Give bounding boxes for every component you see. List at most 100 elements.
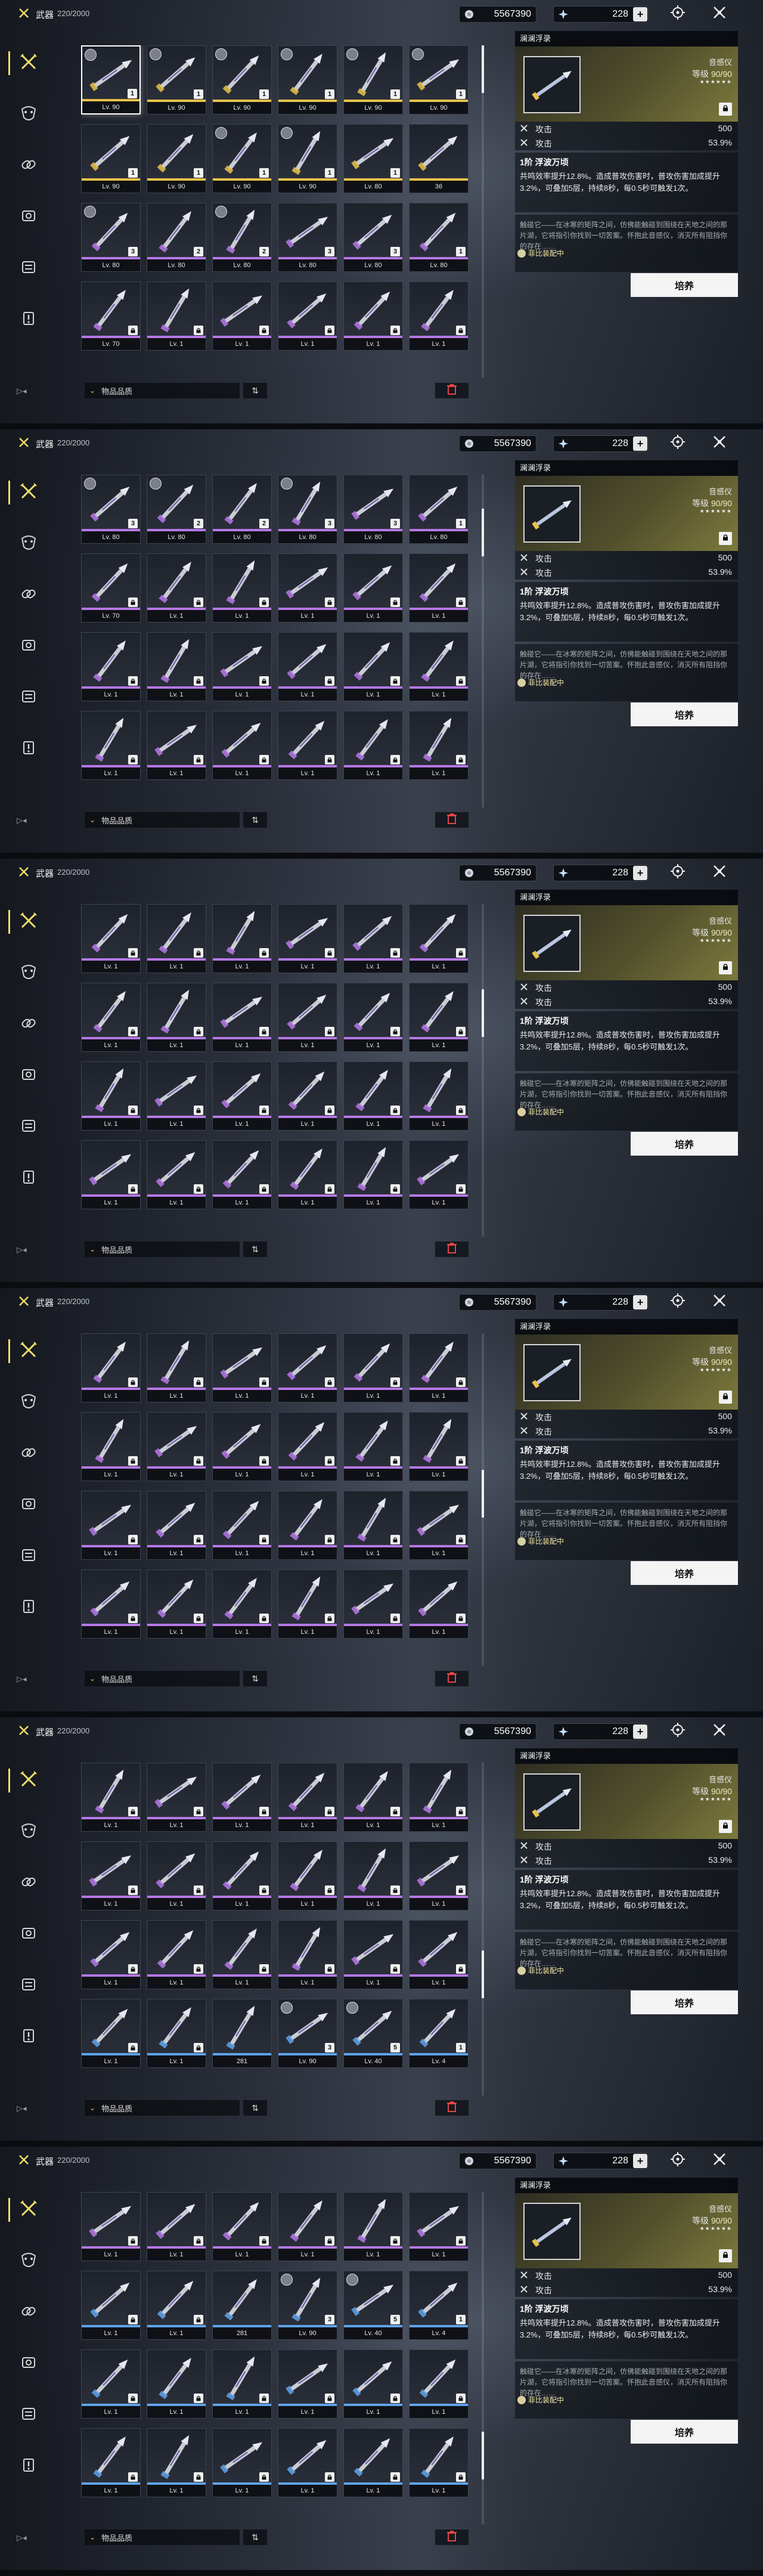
weapon-slot[interactable]: 2 Lv. 80 — [212, 203, 272, 272]
weapon-slot[interactable]: Lv. 1 — [81, 2271, 141, 2340]
weapon-slot[interactable]: Lv. 1 — [278, 281, 337, 351]
weapon-slot[interactable]: Lv. 1 — [212, 1333, 272, 1402]
grid-scrollbar[interactable] — [482, 45, 484, 378]
close-button[interactable] — [711, 5, 728, 23]
sidebar-item-alert[interactable] — [13, 304, 44, 335]
target-button[interactable] — [669, 2151, 687, 2169]
weapon-slot[interactable]: Lv. 1 — [409, 1333, 469, 1402]
weapon-slot[interactable]: Lv. 1 — [81, 1999, 141, 2068]
weapon-slot[interactable]: Lv. 1 — [81, 904, 141, 973]
weapon-slot[interactable]: 1 Lv. 4 — [409, 1999, 469, 2068]
weapon-slot[interactable]: 281 — [212, 2271, 272, 2340]
weapon-slot[interactable]: Lv. 1 — [343, 1841, 403, 1911]
sidebar-item-chain[interactable] — [13, 580, 44, 611]
weapon-slot[interactable]: Lv. 1 — [343, 2349, 403, 2419]
weapon-slot[interactable]: 1 Lv. 4 — [409, 2271, 469, 2340]
weapon-slot[interactable]: Lv. 1 — [409, 1061, 469, 1131]
discard-button[interactable] — [435, 383, 469, 398]
weapon-slot[interactable]: Lv. 1 — [278, 904, 337, 973]
weapon-slot[interactable]: Lv. 1 — [212, 1140, 272, 1209]
sidebar-item-mask[interactable] — [13, 2246, 44, 2277]
weapon-slot[interactable]: Lv. 1 — [81, 711, 141, 780]
lock-toggle[interactable] — [719, 103, 732, 116]
weapon-slot[interactable]: Lv. 1 — [81, 1841, 141, 1911]
target-button[interactable] — [669, 5, 687, 23]
weapon-slot[interactable]: Lv. 1 — [147, 632, 206, 701]
weapon-slot[interactable]: Lv. 1 — [278, 1140, 337, 1209]
sort-order-button[interactable]: ⇅ — [243, 1241, 267, 1257]
sidebar-item-core[interactable] — [13, 1111, 44, 1143]
weapon-slot[interactable]: 1 Lv. 90 — [147, 45, 206, 114]
discard-button[interactable] — [435, 1241, 469, 1257]
weapon-slot[interactable]: 1 Lv. 90 — [278, 45, 337, 114]
weapon-slot[interactable]: Lv. 1 — [343, 711, 403, 780]
weapon-slot[interactable]: Lv. 1 — [147, 1491, 206, 1560]
weapon-slot[interactable]: 2 Lv. 80 — [147, 475, 206, 544]
weapon-slot[interactable]: Lv. 1 — [409, 632, 469, 701]
weapon-slot[interactable]: Lv. 1 — [409, 1763, 469, 1832]
weapon-slot[interactable]: Lv. 1 — [81, 2428, 141, 2497]
weapon-slot[interactable]: Lv. 1 — [278, 1061, 337, 1131]
collapse-sidebar-button[interactable]: ▷◂ — [17, 1674, 27, 1684]
sidebar-item-core[interactable] — [13, 682, 44, 713]
collapse-sidebar-button[interactable]: ▷◂ — [17, 2104, 27, 2113]
weapon-slot[interactable]: Lv. 1 — [409, 711, 469, 780]
weapon-slot[interactable]: 1 Lv. 80 — [409, 203, 469, 272]
weapon-slot[interactable]: Lv. 1 — [81, 1920, 141, 1989]
lock-toggle[interactable] — [719, 532, 732, 545]
lock-toggle[interactable] — [719, 1820, 732, 1833]
discard-button[interactable] — [435, 1671, 469, 1686]
weapon-slot[interactable]: 2 Lv. 80 — [212, 475, 272, 544]
lock-toggle[interactable] — [719, 1391, 732, 1404]
grid-scrollbar[interactable] — [482, 1763, 484, 2095]
weapon-slot[interactable]: Lv. 1 — [343, 1763, 403, 1832]
weapon-slot[interactable]: Lv. 1 — [343, 1920, 403, 1989]
weapon-slot[interactable]: 3 Lv. 80 — [343, 203, 403, 272]
weapon-slot[interactable]: Lv. 1 — [278, 632, 337, 701]
weapon-slot[interactable]: Lv. 1 — [343, 983, 403, 1052]
weapon-slot[interactable]: Lv. 1 — [278, 1412, 337, 1481]
weapon-slot[interactable]: Lv. 1 — [278, 553, 337, 623]
sidebar-item-mask[interactable] — [13, 1816, 44, 1847]
grid-scrollbar[interactable] — [482, 904, 484, 1237]
weapon-slot[interactable]: 3 Lv. 80 — [278, 475, 337, 544]
weapon-slot[interactable]: Lv. 1 — [278, 1569, 337, 1639]
discard-button[interactable] — [435, 2100, 469, 2116]
weapon-slot[interactable]: 1 Lv. 90 — [212, 45, 272, 114]
scroll-thumb[interactable] — [482, 989, 484, 1037]
add-energy-button[interactable]: + — [633, 7, 647, 21]
weapon-slot[interactable]: Lv. 1 — [212, 2192, 272, 2261]
collapse-sidebar-button[interactable]: ▷◂ — [17, 1245, 27, 1255]
weapon-slot[interactable]: Lv. 1 — [81, 2349, 141, 2419]
weapon-slot[interactable]: Lv. 1 — [212, 1841, 272, 1911]
weapon-slot[interactable]: 1 Lv. 90 — [147, 124, 206, 193]
weapon-slot[interactable]: Lv. 1 — [147, 1412, 206, 1481]
weapon-slot[interactable]: 1 Lv. 90 — [81, 124, 141, 193]
weapon-slot[interactable]: Lv. 1 — [212, 1569, 272, 1639]
sort-order-button[interactable]: ⇅ — [243, 2100, 267, 2116]
weapon-slot[interactable]: 1 Lv. 80 — [343, 124, 403, 193]
target-button[interactable] — [669, 1293, 687, 1311]
close-button[interactable] — [711, 1722, 728, 1740]
weapon-slot[interactable]: Lv. 1 — [147, 1999, 206, 2068]
weapon-slot[interactable]: Lv. 1 — [212, 711, 272, 780]
weapon-slot[interactable]: Lv. 1 — [212, 553, 272, 623]
weapon-slot[interactable]: 2 Lv. 80 — [147, 203, 206, 272]
sort-order-button[interactable]: ⇅ — [243, 812, 267, 828]
collapse-sidebar-button[interactable]: ▷◂ — [17, 2533, 27, 2543]
weapon-slot[interactable]: Lv. 70 — [81, 281, 141, 351]
sort-select[interactable]: ⌄ 物品品质 — [85, 812, 240, 828]
grid-scrollbar[interactable] — [482, 2192, 484, 2525]
weapon-slot[interactable]: Lv. 1 — [81, 1333, 141, 1402]
close-button[interactable] — [711, 2151, 728, 2169]
sidebar-item-mask[interactable] — [13, 99, 44, 130]
sort-select[interactable]: ⌄ 物品品质 — [85, 2529, 240, 2545]
weapon-slot[interactable]: Lv. 1 — [81, 1140, 141, 1209]
weapon-slot[interactable]: Lv. 1 — [212, 281, 272, 351]
weapon-slot[interactable]: 3 Lv. 90 — [278, 2271, 337, 2340]
weapon-slot[interactable]: Lv. 1 — [147, 1140, 206, 1209]
weapon-slot[interactable]: Lv. 1 — [212, 2428, 272, 2497]
sidebar-item-chain[interactable] — [13, 1438, 44, 1469]
sidebar-item-core[interactable] — [13, 1541, 44, 1572]
sidebar-item-weapon[interactable] — [8, 1765, 44, 1796]
